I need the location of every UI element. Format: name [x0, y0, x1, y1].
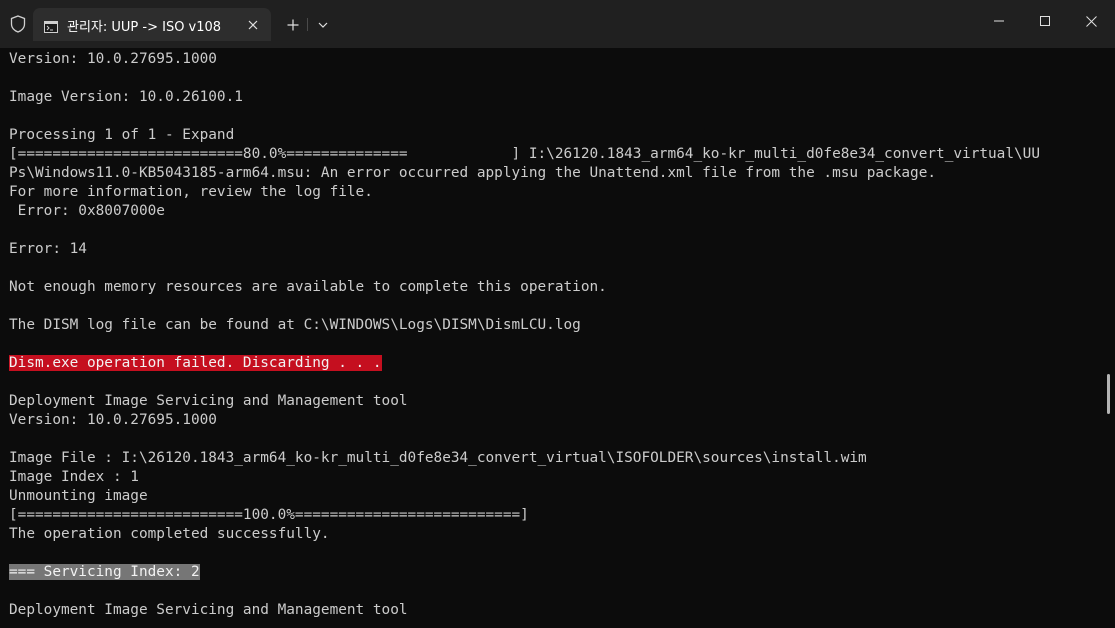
maximize-icon — [1040, 16, 1050, 26]
terminal-line: [==========================80.0%========… — [9, 146, 1041, 162]
terminal-line: For more information, review the log fil… — [9, 184, 373, 200]
tab-title: 관리자: UUP -> ISO v108 — [67, 20, 222, 35]
terminal-line: Error: 14 — [9, 241, 87, 257]
terminal-line: Image File : I:\26120.1843_arm64_ko-kr_m… — [9, 450, 867, 466]
minimize-icon — [994, 20, 1004, 22]
tab-active[interactable]: 관리자: UUP -> ISO v108 — [33, 8, 271, 41]
terminal-line-selected: === Servicing Index: 2 — [9, 563, 200, 582]
tab-separator — [307, 18, 308, 31]
terminal-line-error: Dism.exe operation failed. Discarding . … — [9, 354, 382, 373]
selection-highlight: === Servicing Index: 2 — [9, 564, 200, 580]
terminal-line: Image Index : 1 — [9, 469, 139, 485]
close-icon — [1085, 15, 1097, 27]
tab-close-icon[interactable] — [243, 15, 263, 35]
terminal-line: Version: 10.0.27695.1000 — [9, 412, 217, 428]
new-tab-button[interactable] — [282, 14, 304, 36]
terminal-icon — [44, 18, 58, 33]
terminal-line: Error: 0x8007000e — [9, 203, 165, 219]
terminal-line: Deployment Image Servicing and Managemen… — [9, 602, 408, 618]
terminal-line: Version: 10.0.27695.1000 — [9, 51, 217, 67]
terminal-line: The DISM log file can be found at C:\WIN… — [9, 317, 581, 333]
close-button[interactable] — [1068, 0, 1114, 42]
terminal-line: Image Version: 10.0.26100.1 — [9, 89, 243, 105]
plus-icon — [287, 19, 299, 31]
terminal-line: Unmounting image — [9, 488, 148, 504]
terminal-line: The operation completed successfully. — [9, 526, 330, 542]
terminal-line: Deployment Image Servicing and Managemen… — [9, 393, 408, 409]
terminal-line: Not enough memory resources are availabl… — [9, 279, 607, 295]
chevron-down-icon — [318, 22, 328, 28]
error-highlight: Dism.exe operation failed. Discarding . … — [9, 355, 382, 371]
title-bar: 관리자: UUP -> ISO v108 — [0, 0, 1115, 48]
maximize-button[interactable] — [1022, 0, 1068, 42]
shield-icon — [8, 14, 28, 34]
terminal-line: Ps\Windows11.0-KB5043185-arm64.msu: An e… — [9, 165, 937, 181]
scrollbar-thumb[interactable] — [1107, 374, 1110, 414]
minimize-button[interactable] — [976, 0, 1022, 42]
tab-dropdown-button[interactable] — [313, 14, 333, 36]
terminal-line: [==========================100.0%=======… — [9, 507, 529, 523]
terminal-line: Processing 1 of 1 - Expand — [9, 127, 235, 143]
terminal-output[interactable]: Version: 10.0.27695.1000 Image Version: … — [0, 48, 1105, 628]
